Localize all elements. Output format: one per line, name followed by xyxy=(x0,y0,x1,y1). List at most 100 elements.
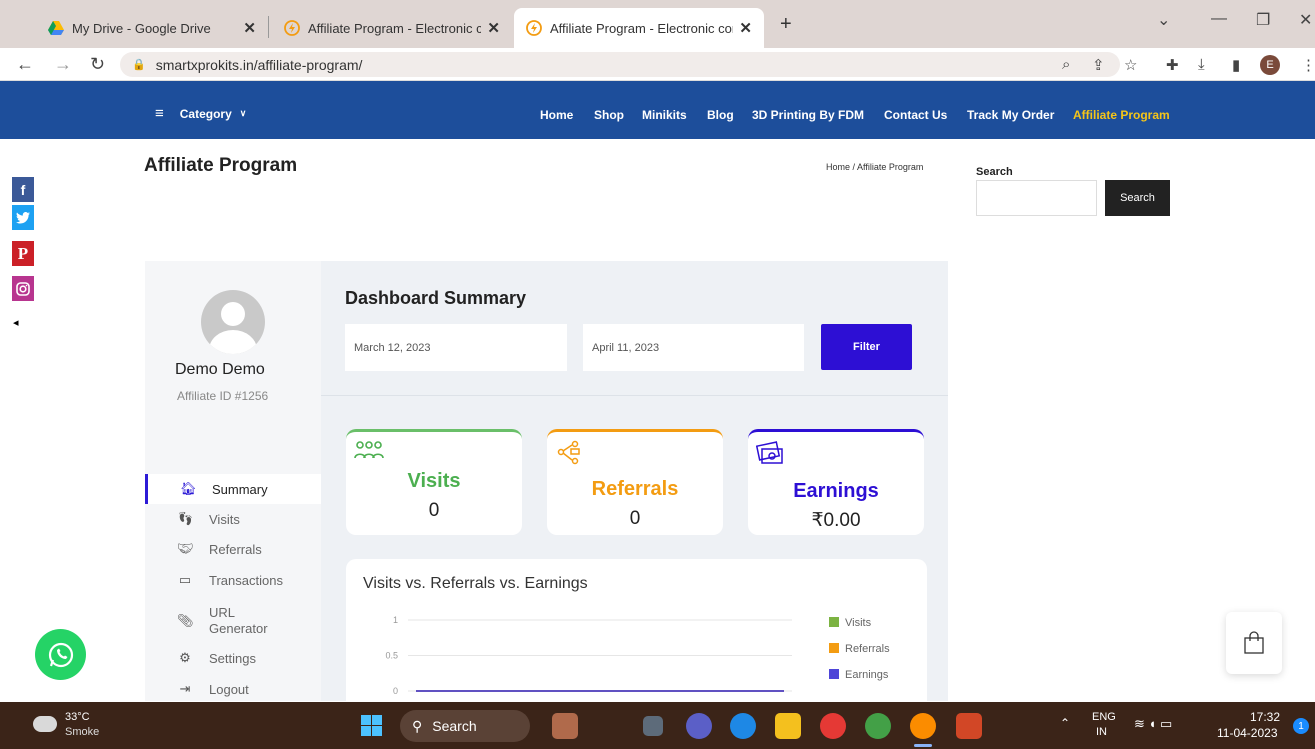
back-arrow-icon[interactable]: ← xyxy=(16,54,34,75)
clock-time[interactable]: 17:32 xyxy=(1250,710,1280,724)
avatar xyxy=(201,290,265,354)
line-chart: 1 0.5 0 Visits Referrals Earnings xyxy=(385,615,890,696)
search-button[interactable]: Search xyxy=(1105,180,1170,216)
nav-blog[interactable]: Blog xyxy=(707,108,734,122)
tab-affiliate-2[interactable]: Affiliate Program - Electronic com ✕ xyxy=(514,8,764,48)
share-icon[interactable]: ⇪ xyxy=(1092,56,1105,74)
powerpoint-icon[interactable] xyxy=(956,713,982,739)
chevron-down-icon: ∨ xyxy=(239,108,247,118)
weather-cloud-icon xyxy=(33,716,57,732)
search-input[interactable] xyxy=(976,180,1097,216)
side-panel-icon[interactable]: ▮ xyxy=(1232,56,1240,74)
instagram-share-icon[interactable] xyxy=(12,276,34,301)
close-window-icon[interactable]: ✕ xyxy=(1299,10,1312,30)
sidebar-item-url-generator[interactable]: 📎︎ URL Generator xyxy=(145,601,321,641)
close-tab-icon[interactable]: ✕ xyxy=(243,19,256,37)
sidebar-item-visits[interactable]: 👣︎ Visits xyxy=(145,504,321,534)
nav-track-my-order[interactable]: Track My Order xyxy=(967,108,1054,122)
windows-taskbar: 33°C Smoke ⚲ Search ⌃ ENG IN ≋ ◖ ▭ 17:32… xyxy=(0,702,1315,749)
edge-browser-icon[interactable] xyxy=(730,713,756,739)
nav-affiliate-program[interactable]: Affiliate Program xyxy=(1073,108,1170,122)
nav-minikits[interactable]: Minikits xyxy=(642,108,687,122)
sidebar-item-label: URL Generator xyxy=(209,605,268,636)
sidebar-item-referrals[interactable]: 🤝︎ Referrals xyxy=(145,534,321,564)
chrome-active-icon[interactable] xyxy=(910,713,936,739)
teams-chat-icon[interactable] xyxy=(686,713,712,739)
close-tab-icon[interactable]: ✕ xyxy=(487,19,500,37)
collapse-social-icon[interactable]: ◂ xyxy=(13,316,19,329)
sidebar-item-settings[interactable]: ⚙ Settings xyxy=(145,643,321,673)
nav-home[interactable]: Home xyxy=(540,108,573,122)
stat-value-referrals: 0 xyxy=(629,508,641,529)
end-date-field[interactable]: April 11, 2023 xyxy=(583,324,804,371)
taskbar-search-label: Search xyxy=(432,718,477,734)
sidebar-item-transactions[interactable]: ▭ Transactions xyxy=(145,565,321,595)
tab-search-chevron-icon[interactable]: ⌄ xyxy=(1157,10,1170,30)
legend-label[interactable]: Earnings xyxy=(845,669,889,681)
legend-label[interactable]: Visits xyxy=(845,617,872,629)
sidebar-item-label: Summary xyxy=(212,481,268,497)
shopping-bag-button[interactable] xyxy=(1226,612,1282,674)
url-field[interactable]: 🔒 smartxprokits.in/affiliate-program/ xyxy=(120,52,1120,77)
widget-icon[interactable] xyxy=(552,713,578,739)
stat-card-referrals: Referrals 0 xyxy=(547,429,723,535)
tab-title: My Drive - Google Drive xyxy=(72,20,211,36)
tab-affiliate-1[interactable]: Affiliate Program - Electronic com ✕ xyxy=(272,8,512,48)
nav-contact-us[interactable]: Contact Us xyxy=(884,108,947,122)
notification-badge[interactable]: 1 xyxy=(1293,718,1309,734)
wifi-volume-battery-icon[interactable]: ≋ ◖ ▭ xyxy=(1134,716,1172,732)
chrome-icon[interactable] xyxy=(820,713,846,739)
site-favicon-icon xyxy=(284,20,300,36)
site-nav-bar: ≡ Category ∨ Home Shop Minikits Blog 3D … xyxy=(0,81,1315,139)
weather-temp[interactable]: 33°C xyxy=(65,711,90,723)
task-view-icon[interactable] xyxy=(643,716,663,736)
legend-swatch[interactable] xyxy=(829,643,839,653)
affiliate-dashboard: Demo Demo Affiliate ID #1256 🏠︎ Summary … xyxy=(145,261,948,701)
breadcrumb[interactable]: Home / Affiliate Program xyxy=(826,162,923,172)
shopping-bag-icon xyxy=(1244,631,1264,654)
twitter-share-icon[interactable] xyxy=(12,205,34,230)
more-menu-icon[interactable]: ⋮ xyxy=(1301,56,1315,74)
whatsapp-chat-button[interactable] xyxy=(35,629,86,680)
minimize-icon[interactable]: — xyxy=(1211,10,1227,28)
weather-text: Smoke xyxy=(65,726,100,738)
legend-swatch[interactable] xyxy=(829,617,839,627)
chevron-up-icon[interactable]: ⌃ xyxy=(1060,716,1070,730)
tab-title: Affiliate Program - Electronic com xyxy=(308,20,482,36)
nav-3d-printing[interactable]: 3D Printing By FDM xyxy=(752,108,864,122)
file-explorer-icon[interactable] xyxy=(775,713,801,739)
stat-value-earnings: ₹0.00 xyxy=(811,510,861,531)
sidebar-item-label: Visits xyxy=(209,511,240,527)
category-dropdown[interactable]: ≡ Category ∨ xyxy=(155,105,246,122)
legend-swatch[interactable] xyxy=(829,669,839,679)
nav-shop[interactable]: Shop xyxy=(594,108,624,122)
language-top[interactable]: ENG xyxy=(1092,711,1116,723)
pinterest-share-icon[interactable]: P xyxy=(12,241,34,266)
restore-icon[interactable]: ❐ xyxy=(1256,10,1270,30)
chart-card: Visits vs. Referrals vs. Earnings 1 0.5 0 V… xyxy=(346,559,927,701)
bookmark-star-icon[interactable]: ☆ xyxy=(1124,56,1137,74)
close-tab-icon[interactable]: ✕ xyxy=(739,19,752,37)
tab-google-drive[interactable]: My Drive - Google Drive ✕ xyxy=(36,8,268,48)
category-label: Category xyxy=(179,106,232,121)
taskbar-search[interactable]: ⚲ Search xyxy=(400,710,530,742)
sidebar-item-logout[interactable]: ⇥ Logout xyxy=(145,674,321,701)
sidebar-item-summary[interactable]: 🏠︎ Summary xyxy=(145,474,321,504)
extensions-puzzle-icon[interactable]: ✚ xyxy=(1166,56,1179,74)
zoom-icon[interactable]: ⌕ xyxy=(1062,56,1070,73)
forward-arrow-icon[interactable]: → xyxy=(54,54,72,75)
download-icon[interactable]: ⤓ xyxy=(1198,56,1205,73)
stat-label-visits: Visits xyxy=(407,470,461,492)
legend-label[interactable]: Referrals xyxy=(845,643,890,655)
chrome-profile-icon[interactable] xyxy=(865,713,891,739)
filter-button[interactable]: Filter xyxy=(821,324,912,370)
gear-icon: ⚙ xyxy=(179,650,191,665)
facebook-share-icon[interactable]: f xyxy=(12,177,34,202)
start-date-field[interactable]: March 12, 2023 xyxy=(345,324,567,371)
profile-avatar[interactable]: E xyxy=(1260,55,1280,75)
reload-icon[interactable]: ↻ xyxy=(90,54,105,75)
windows-start-icon[interactable] xyxy=(361,715,382,736)
new-tab-button[interactable]: + xyxy=(780,13,792,36)
tab-divider xyxy=(268,16,269,38)
address-bar: ← → ↻ 🔒 smartxprokits.in/affiliate-progr… xyxy=(0,48,1315,81)
